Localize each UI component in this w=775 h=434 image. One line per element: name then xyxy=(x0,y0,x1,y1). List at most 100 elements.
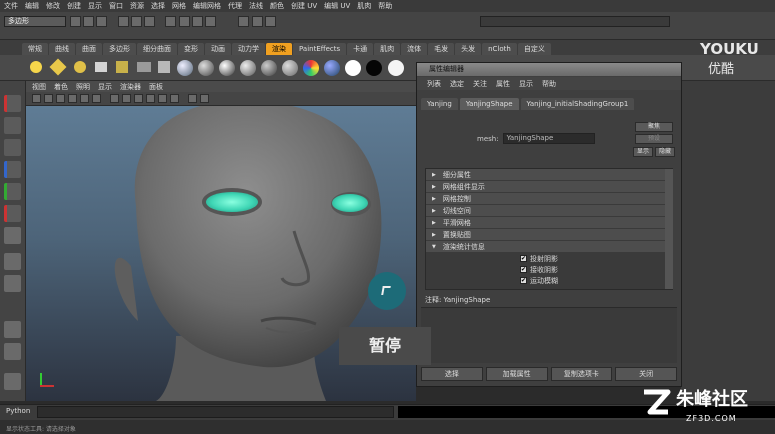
shelf-tab-15[interactable]: nCloth xyxy=(482,43,517,55)
film-gate-icon[interactable] xyxy=(80,94,89,103)
light-icon[interactable] xyxy=(30,61,42,73)
shelf-tab-3[interactable]: 多边形 xyxy=(103,43,136,55)
camera-icon[interactable] xyxy=(137,62,151,72)
shelf-tab-5[interactable]: 变形 xyxy=(178,43,204,55)
use-background-icon[interactable] xyxy=(345,60,361,76)
xray-icon[interactable] xyxy=(200,94,209,103)
mesh-name-field[interactable]: YanjingShape xyxy=(502,133,595,144)
lights-icon[interactable] xyxy=(158,94,167,103)
point-light-icon[interactable] xyxy=(74,61,86,73)
checkbox[interactable]: ✔ xyxy=(520,255,527,262)
numeric-input-field[interactable] xyxy=(480,16,670,27)
select-hierarchy-icon[interactable] xyxy=(117,16,129,27)
ae-button-0[interactable]: 选择 xyxy=(421,367,483,381)
layered-material-icon[interactable] xyxy=(282,60,298,76)
checkbox[interactable]: ✔ xyxy=(520,266,527,273)
command-language-label[interactable]: Python xyxy=(6,407,30,415)
collapse-arrow-icon[interactable]: ▼ xyxy=(432,244,436,250)
area-light-icon[interactable] xyxy=(95,62,107,72)
ae-tab-1[interactable]: YanjingShape xyxy=(459,98,519,110)
viewport-menu-item-0[interactable]: 视图 xyxy=(32,82,46,92)
shadows-icon[interactable] xyxy=(170,94,179,103)
new-scene-icon[interactable] xyxy=(70,16,81,27)
bookmark-icon[interactable] xyxy=(44,94,53,103)
shelf-tab-13[interactable]: 毛发 xyxy=(428,43,455,55)
viewport-menu-item-2[interactable]: 照明 xyxy=(76,82,90,92)
menu-item-4[interactable]: 显示 xyxy=(88,1,102,11)
menu-item-0[interactable]: 文件 xyxy=(4,1,18,11)
black-shader-icon[interactable] xyxy=(366,60,382,76)
lambert-material-icon[interactable] xyxy=(198,60,214,76)
spot-light-icon[interactable] xyxy=(49,58,67,76)
attribute-section[interactable]: ▼ 渲染统计信息 xyxy=(426,241,672,253)
viewport-menu-item-4[interactable]: 渲染器 xyxy=(120,82,141,92)
focus-button[interactable]: 聚焦 xyxy=(635,122,673,132)
render-icon[interactable] xyxy=(238,16,250,27)
show-button[interactable]: 显示 xyxy=(633,147,653,157)
menu-item-5[interactable]: 窗口 xyxy=(109,1,123,11)
expand-arrow-icon[interactable]: ▶ xyxy=(432,208,436,214)
attribute-section[interactable]: ▶ 网格组件显示 xyxy=(426,181,672,193)
wireframe-icon[interactable] xyxy=(110,94,119,103)
grid-icon[interactable] xyxy=(68,94,77,103)
blinn-material-icon[interactable] xyxy=(177,60,193,76)
attribute-section[interactable]: ▶ 平滑网格 xyxy=(426,217,672,229)
menu-item-15[interactable]: 肌肉 xyxy=(357,1,371,11)
pause-overlay[interactable]: 暂停 xyxy=(339,327,431,365)
left-eye-selected[interactable] xyxy=(206,192,258,212)
shelf-tab-1[interactable]: 曲线 xyxy=(49,43,75,55)
shelf-tab-7[interactable]: 动力学 xyxy=(232,43,265,55)
move-tool-icon[interactable] xyxy=(4,161,21,178)
lasso-tool-icon[interactable] xyxy=(4,117,21,134)
surface-shader-icon[interactable] xyxy=(324,60,340,76)
shelf-tab-16[interactable]: 自定义 xyxy=(517,43,551,55)
ae-menu-item-2[interactable]: 关注 xyxy=(473,79,487,89)
snap-grid-icon[interactable] xyxy=(165,16,177,27)
ae-menu-item-0[interactable]: 列表 xyxy=(427,79,441,89)
shelf-tab-2[interactable]: 曲面 xyxy=(76,43,102,55)
select-component-icon[interactable] xyxy=(144,16,156,27)
menu-item-8[interactable]: 网格 xyxy=(172,1,186,11)
shelf-tab-8[interactable]: 渲染 xyxy=(266,43,292,55)
attribute-section[interactable]: ▶ 细分属性 xyxy=(426,169,672,181)
layout-graph-icon[interactable] xyxy=(4,343,21,360)
checkbox[interactable]: ✔ xyxy=(520,277,527,284)
snap-point-icon[interactable] xyxy=(191,16,203,27)
attribute-section[interactable]: ▶ 网格控制 xyxy=(426,193,672,205)
phong-material-icon[interactable] xyxy=(219,60,235,76)
image-plane-icon[interactable] xyxy=(56,94,65,103)
shelf-tab-4[interactable]: 细分曲面 xyxy=(137,43,177,55)
resolution-gate-icon[interactable] xyxy=(92,94,101,103)
expand-arrow-icon[interactable]: ▶ xyxy=(432,232,436,238)
attribute-section[interactable]: ▶ 切线空间 xyxy=(426,205,672,217)
shelf-tab-14[interactable]: 头发 xyxy=(455,43,482,55)
mode-selector[interactable]: 多边形 xyxy=(4,16,66,27)
white-shader-icon[interactable] xyxy=(388,60,404,76)
viewport-menu-item-3[interactable]: 显示 xyxy=(98,82,112,92)
menu-item-12[interactable]: 颜色 xyxy=(270,1,284,11)
anisotropic-material-icon[interactable] xyxy=(261,60,277,76)
viewport-menu-item-1[interactable]: 着色 xyxy=(54,82,68,92)
menu-item-2[interactable]: 修改 xyxy=(46,1,60,11)
ae-menu-item-1[interactable]: 选定 xyxy=(450,79,464,89)
shelf-tab-12[interactable]: 流体 xyxy=(401,43,428,55)
manipulator-icon[interactable] xyxy=(4,227,21,244)
menu-item-11[interactable]: 法线 xyxy=(249,1,263,11)
open-scene-icon[interactable] xyxy=(83,16,95,27)
rotate-tool-icon[interactable] xyxy=(4,183,21,200)
preset-button[interactable]: 预设 xyxy=(635,134,673,144)
command-input[interactable] xyxy=(37,406,394,418)
shelf-tab-11[interactable]: 肌肉 xyxy=(374,43,401,55)
ae-menu-item-3[interactable]: 属性 xyxy=(496,79,510,89)
wireframe-on-shaded-icon[interactable] xyxy=(134,94,143,103)
notes-area[interactable] xyxy=(421,307,677,363)
ae-tab-2[interactable]: Yanjing_initialShadingGroup1 xyxy=(520,98,635,110)
shelf-tab-0[interactable]: 常规 xyxy=(22,43,48,55)
paint-select-icon[interactable] xyxy=(4,139,21,156)
layout-outliner-icon[interactable] xyxy=(4,321,21,338)
shelf-tab-10[interactable]: 卡通 xyxy=(347,43,374,55)
menu-item-6[interactable]: 资源 xyxy=(130,1,144,11)
layout-hypershade-icon[interactable] xyxy=(4,373,21,390)
render-view-icon[interactable] xyxy=(158,61,170,73)
snap-view-icon[interactable] xyxy=(205,16,217,27)
